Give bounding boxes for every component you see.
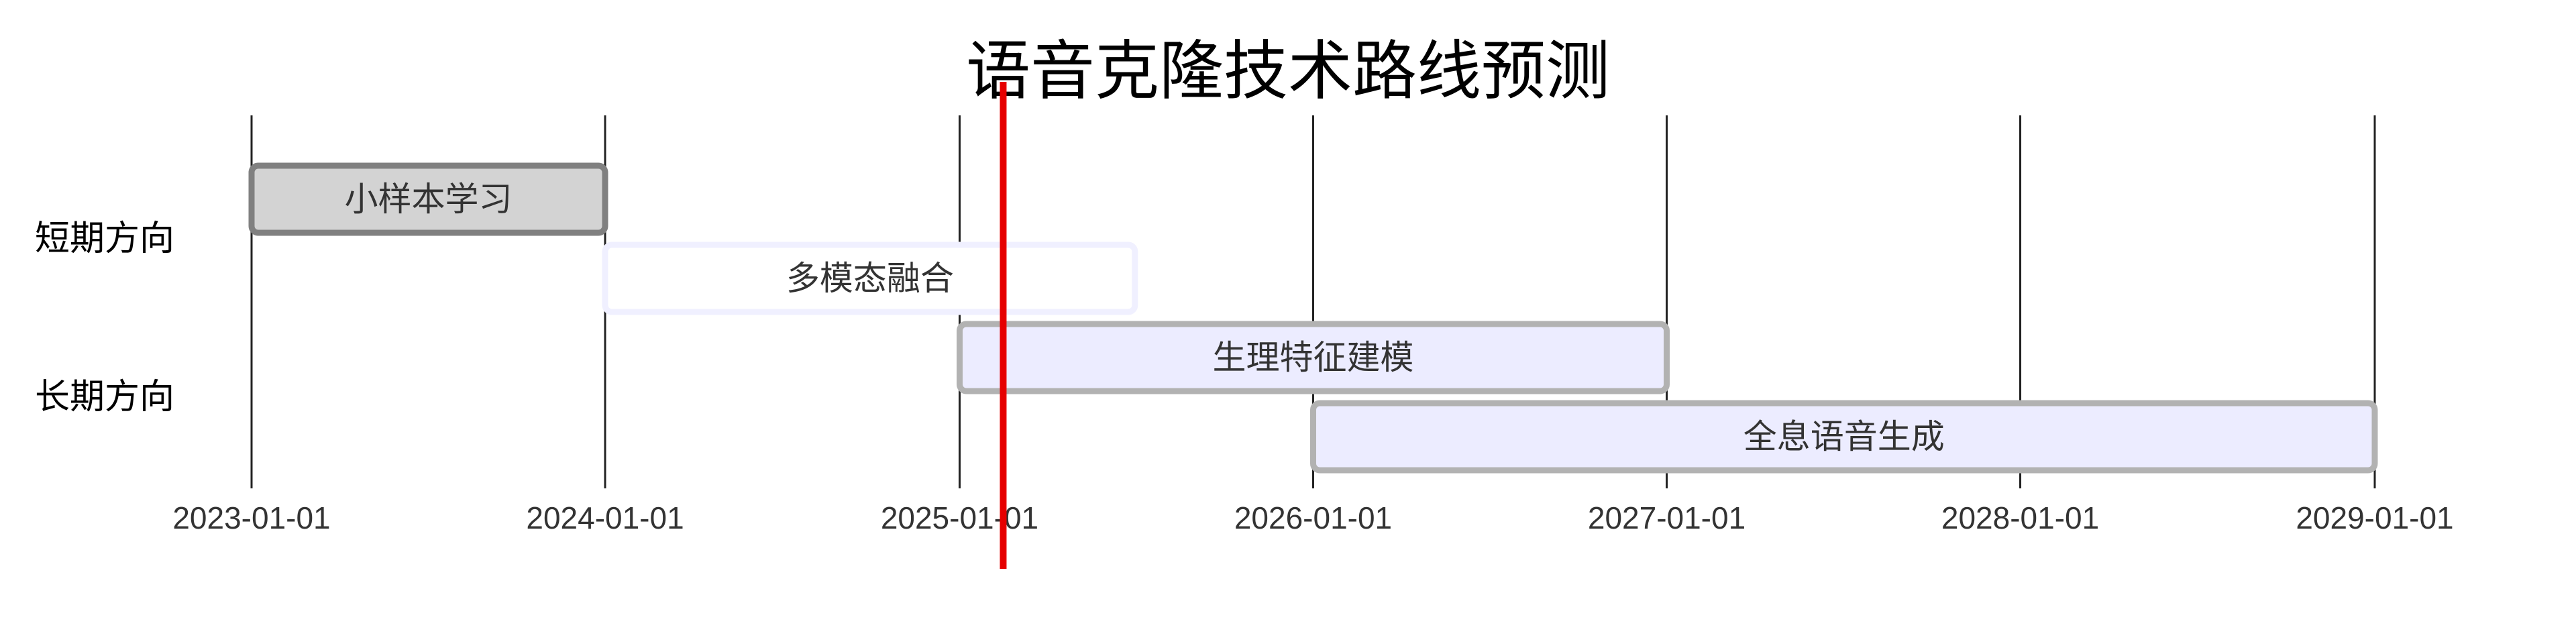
section-layer: 短期方向长期方向 [35,219,174,417]
x-tick-label: 2026-01-01 [1234,500,1392,535]
gantt-chart: 小样本学习多模态融合生理特征建模全息语音生成 短期方向长期方向 2023-01-… [35,82,2454,569]
task-label: 生理特征建模 [1213,338,1414,377]
tick-layer: 2023-01-01 2024-01-01 2025-01-01 2026-01-01… [172,500,2453,535]
x-tick-label: 2025-01-01 [881,500,1038,535]
x-tick-label: 2023-01-01 [172,500,330,535]
task-label: 多模态融合 [786,259,954,298]
x-tick-label: 2027-01-01 [1588,500,1746,535]
task-label: 小样本学习 [345,180,513,219]
x-tick-label: 2024-01-01 [526,500,684,535]
section-label: 长期方向 [35,377,174,417]
section-label: 短期方向 [35,219,174,259]
x-tick-label: 2028-01-01 [1941,500,2099,535]
x-tick-label: 2029-01-01 [2296,500,2453,535]
task-label: 全息语音生成 [1743,417,1945,456]
